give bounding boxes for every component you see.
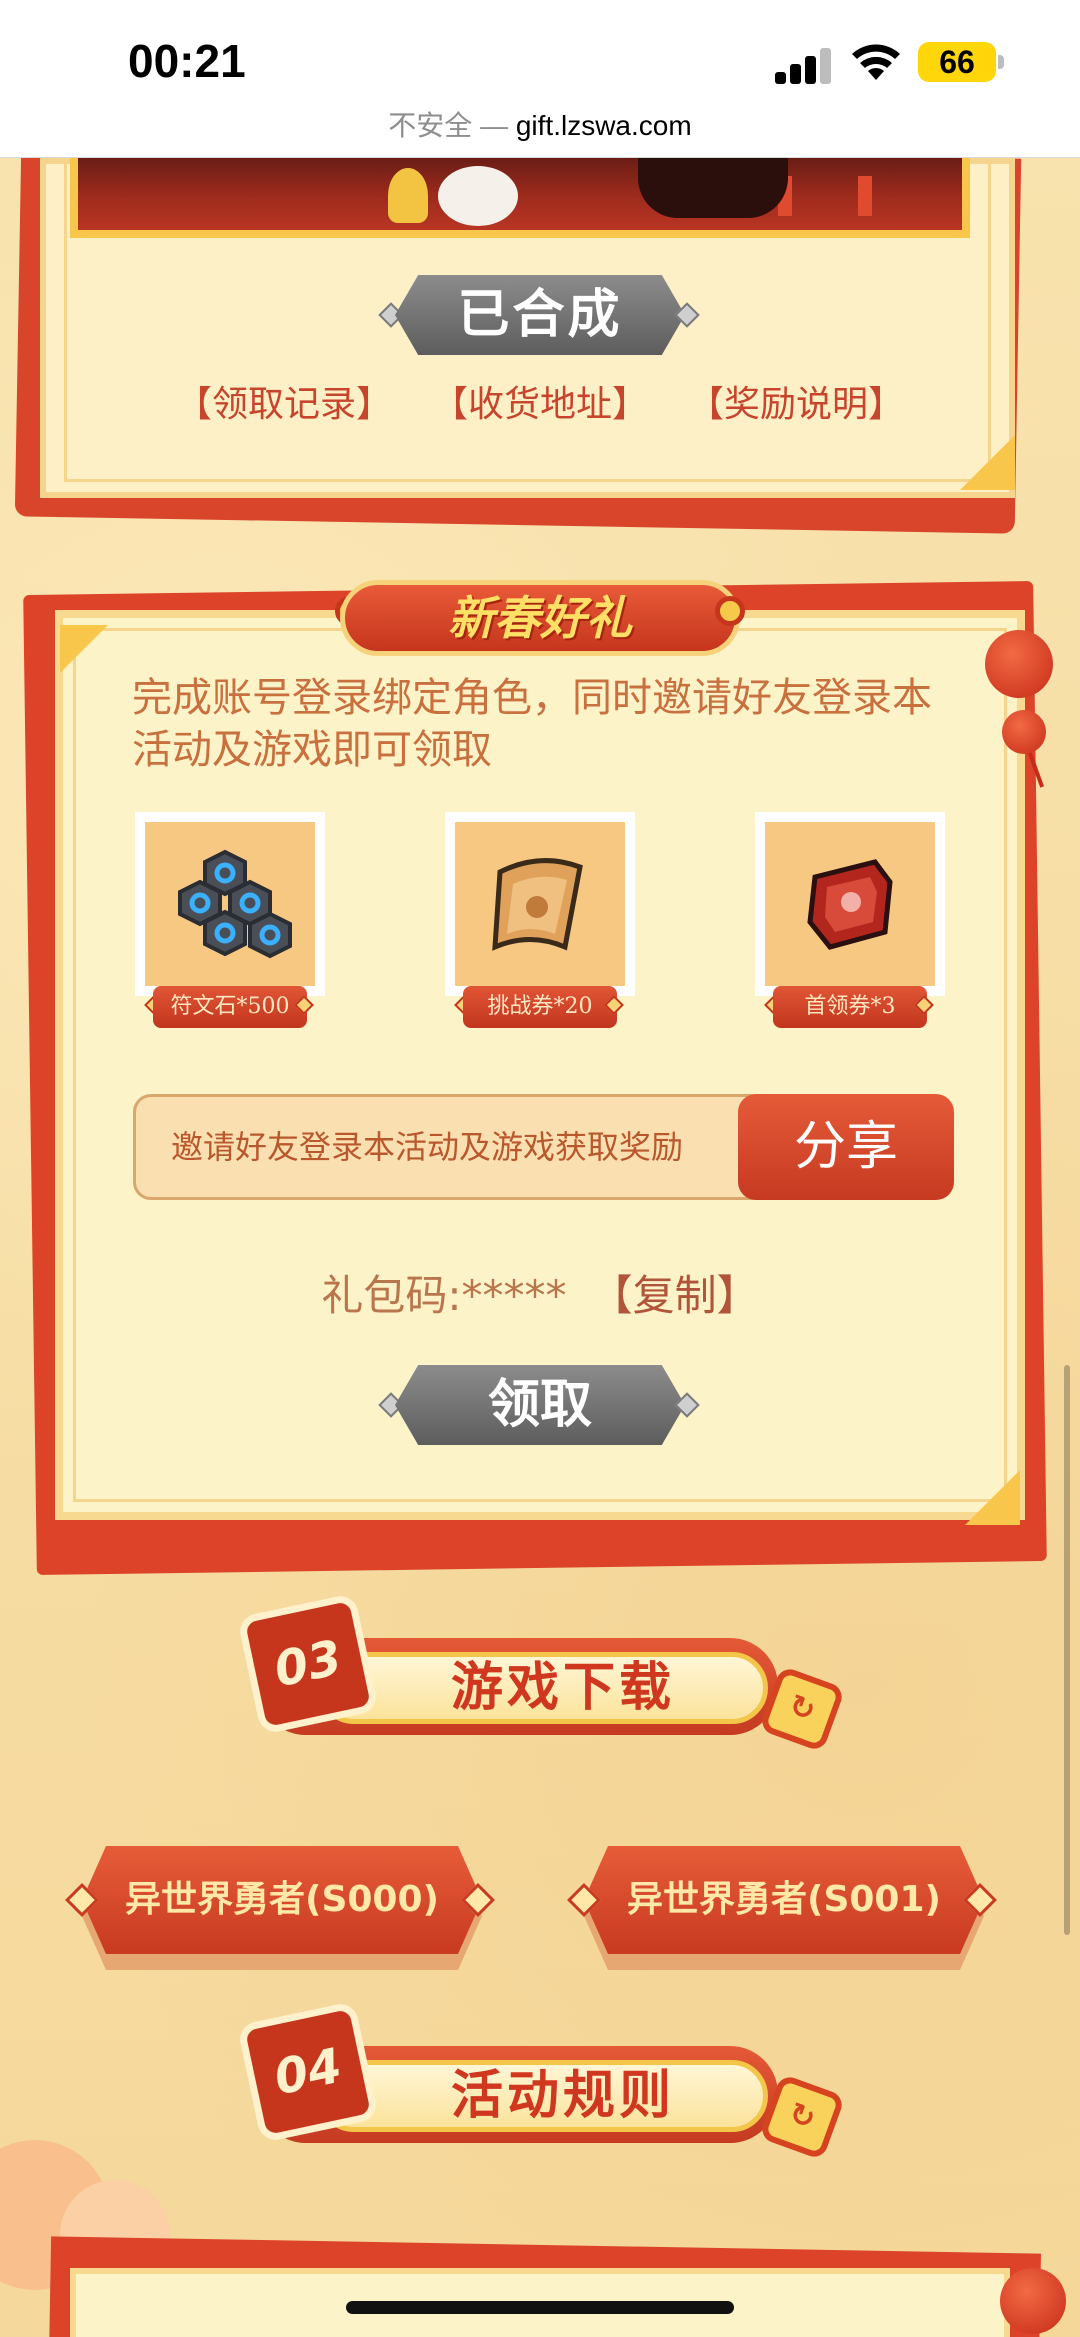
rules-section-number: 04 [236,2000,380,2144]
composed-button[interactable]: 已合成 [395,275,685,355]
reward-frame [135,812,325,996]
wifi-icon [852,44,900,80]
download-section-header: 游戏下载 03 ↻ [236,1592,846,1753]
gift-panel-title-banner: 新春好礼 [340,580,740,656]
signal-icon [775,44,835,84]
title-right-knob [715,596,745,626]
gift-panel-title: 新春好礼 [448,591,632,645]
reward-frame [755,812,945,996]
status-bar: 00:21 66 不安全 — gift.lzswa.com [0,0,1080,158]
invite-text: 邀请好友登录本活动及游戏获取奖励 [171,1128,684,1166]
reward-item: 首领券*3 [755,812,945,1032]
download-s000-button[interactable]: 异世界勇者(S000) [82,1846,482,1954]
rules-section-title: 活动规则 [318,2060,768,2132]
download-s001-button[interactable]: 异世界勇者(S001) [584,1846,984,1954]
gift-description: 完成账号登录绑定角色，同时邀请好友登录本活动及游戏即可领取 [132,675,932,773]
lantern-icon [985,630,1053,698]
shipping-address-link[interactable]: 【收货地址】 [432,375,648,435]
scrollbar[interactable] [1064,1365,1070,1935]
reward-label: 挑战券*20 [463,986,617,1028]
gift-code: 礼包码:***** [321,1271,567,1320]
reward-item: 挑战券*20 [445,812,635,1032]
lantern-icon [1000,2268,1066,2334]
battery-tip [998,55,1004,69]
reward-label: 符文石*500 [153,986,307,1028]
boss-ticket-icon [807,859,893,950]
lantern-small-icon [1002,710,1046,754]
reward-label: 首领券*3 [773,986,927,1028]
battery-icon: 66 [918,42,996,82]
gift-panel-corner-top [60,625,108,673]
reward-item: 符文石*500 [135,812,325,1032]
invite-box: 邀请好友登录本活动及游戏获取奖励 分享 [133,1094,954,1200]
top-panel-corner [960,435,1015,490]
rune-stone-icon [178,849,292,959]
reward-info-link[interactable]: 【奖励说明】 [688,375,904,435]
claim-button[interactable]: 领取 [395,1365,685,1445]
home-indicator[interactable] [346,2301,734,2314]
share-button[interactable]: 分享 [738,1094,954,1200]
game-artwork [70,158,970,238]
download-section-number: 03 [236,1592,380,1736]
url-domain: gift.lzswa.com [515,110,692,141]
gift-panel-corner-bottom [965,1470,1020,1525]
status-time: 00:21 [128,35,246,87]
gift-code-row: 礼包码:***** 【复制】 [0,1262,1080,1323]
download-section-title: 游戏下载 [318,1652,768,1724]
copy-link[interactable]: 【复制】 [591,1271,759,1320]
reward-frame [445,812,635,996]
insecure-label: 不安全 — [388,110,509,141]
rules-section-header: 活动规则 04 ↻ [236,2000,846,2161]
challenge-ticket-icon [492,858,583,951]
url-bar[interactable]: 不安全 — gift.lzswa.com [0,104,1080,144]
top-panel-links: 【领取记录】 【收货地址】 【奖励说明】 [0,375,1080,435]
claim-record-link[interactable]: 【领取记录】 [176,375,392,435]
